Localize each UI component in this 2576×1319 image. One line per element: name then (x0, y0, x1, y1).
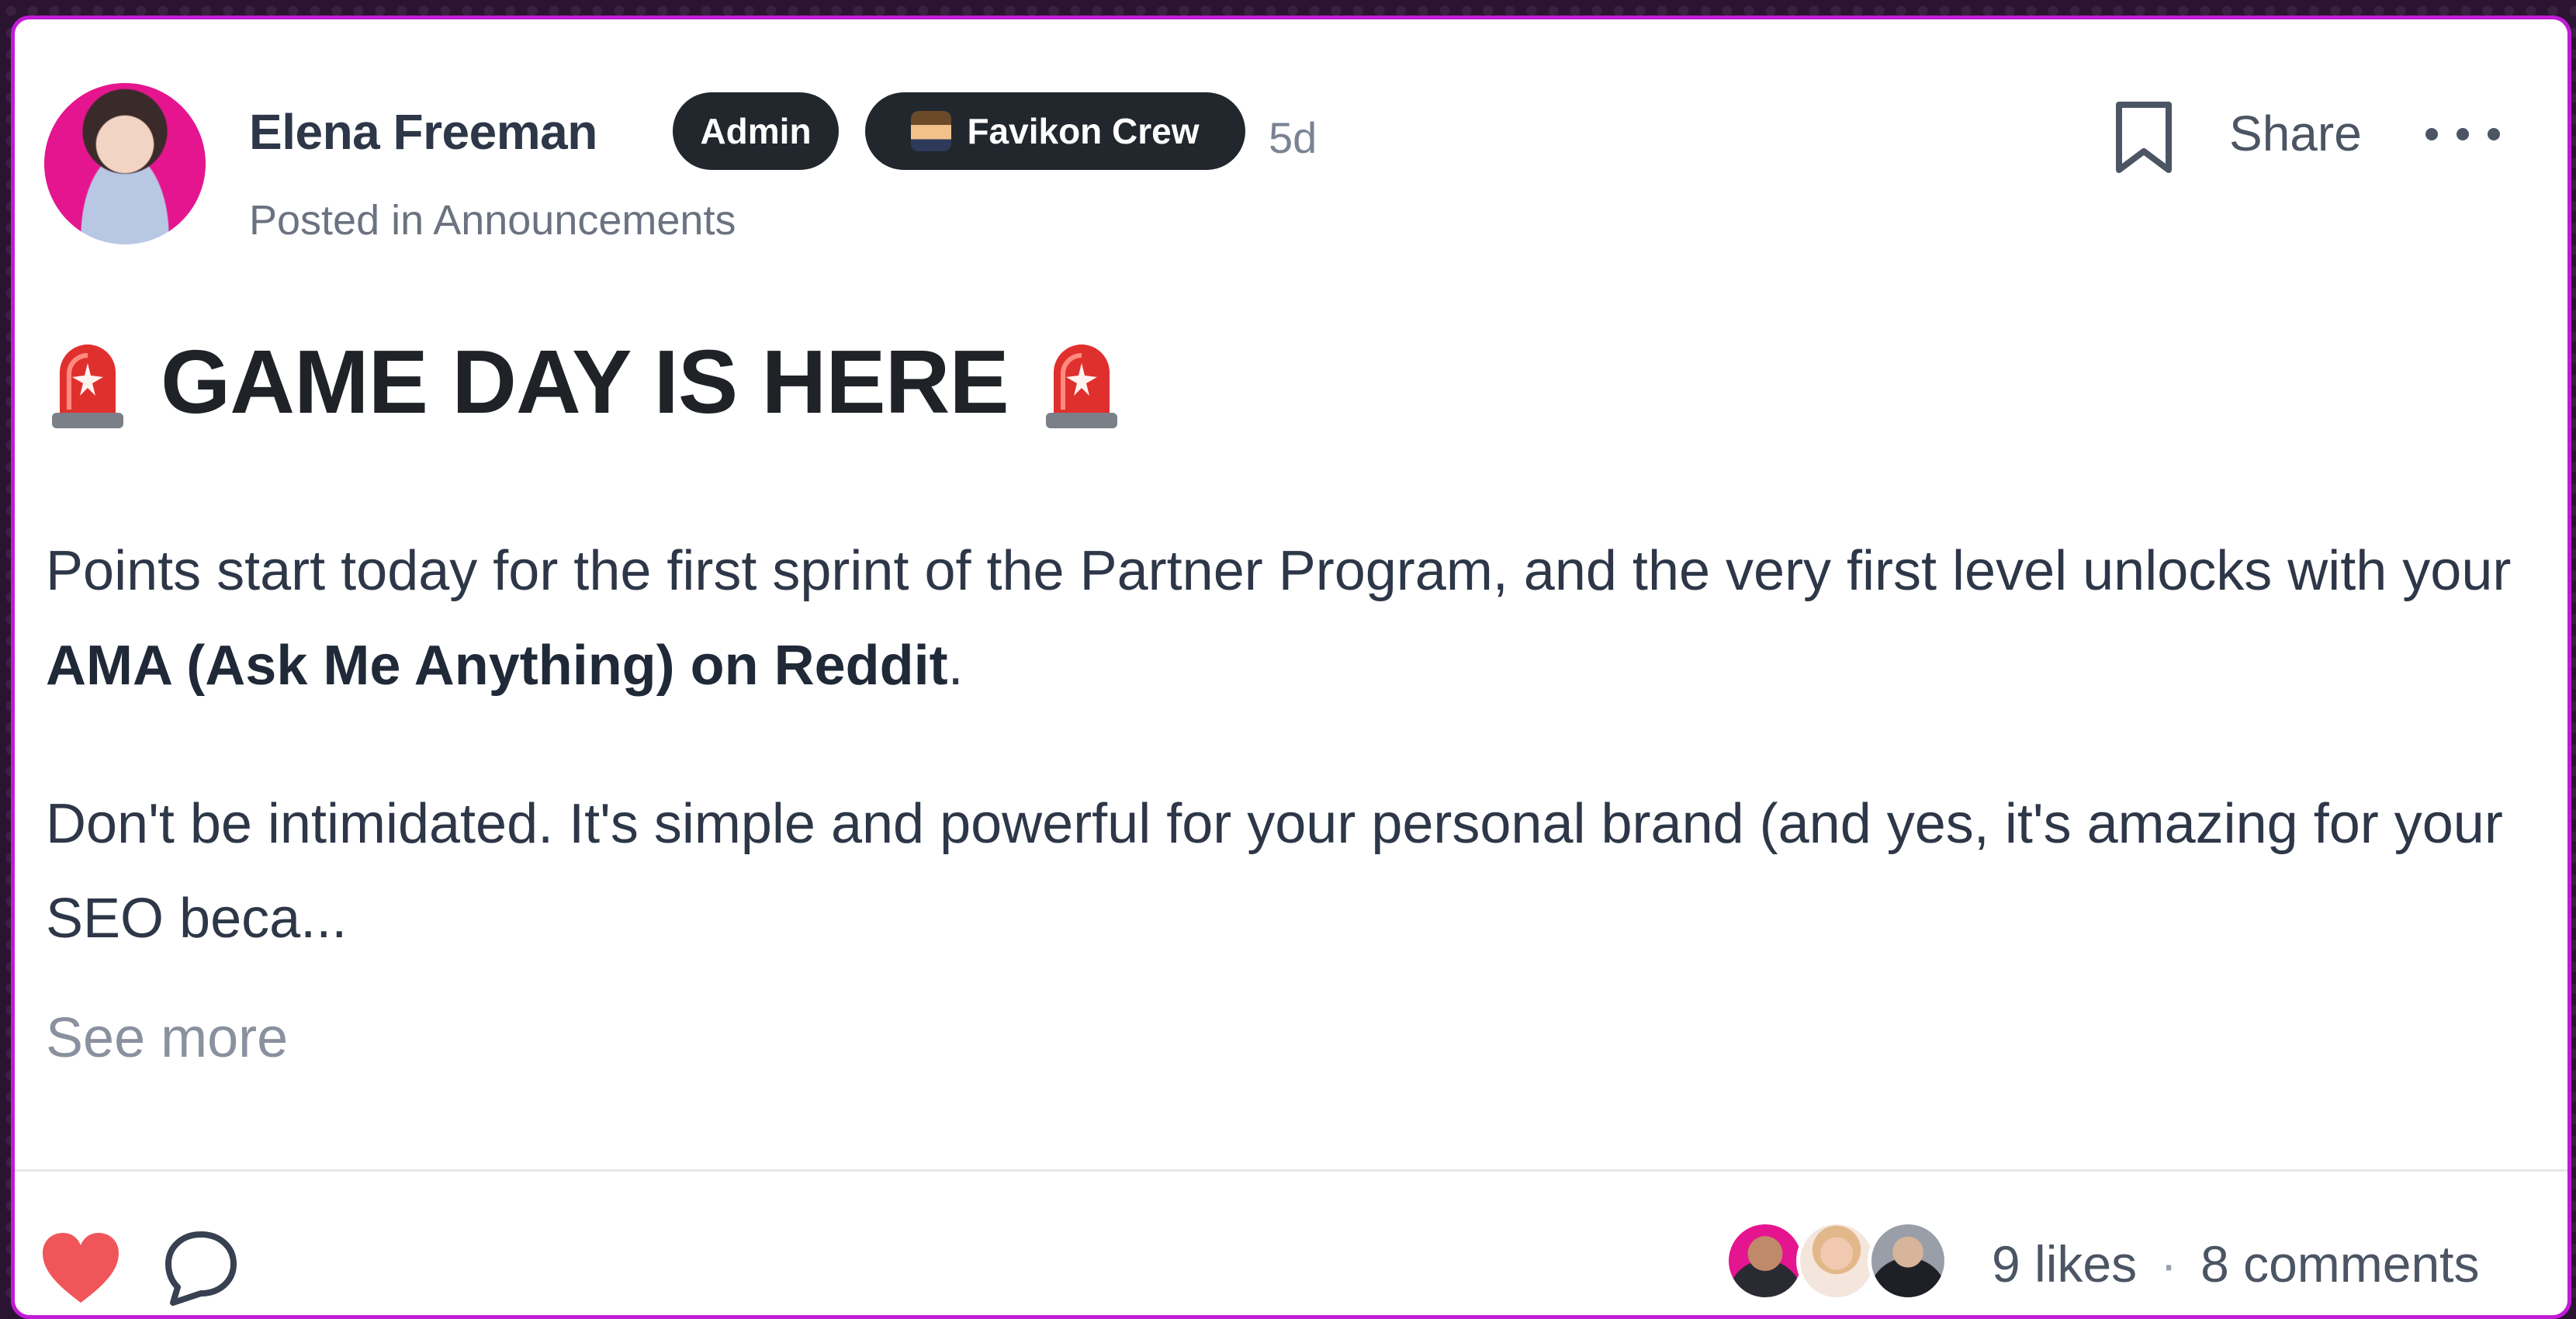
paragraph-1-end: . (947, 635, 964, 697)
crew-emoji-icon (911, 111, 952, 151)
post-card: Elena Freeman Admin Favikon Crew 5d Post… (11, 16, 2571, 1319)
more-icon[interactable] (2420, 119, 2505, 150)
space-link[interactable]: Announcements (433, 197, 736, 244)
comments-count[interactable]: 8 comments (2200, 1234, 2479, 1293)
post-paragraph-1: Points start today for the first sprint … (46, 524, 2544, 713)
engagement-stats: 9 likes · 8 comments (1992, 1234, 2480, 1293)
heart-icon[interactable] (38, 1230, 123, 1307)
crew-badge-label: Favikon Crew (967, 111, 1200, 151)
posted-in: Posted in Announcements (249, 196, 736, 244)
liker-avatar[interactable] (1868, 1220, 1948, 1301)
footer-divider (15, 1169, 2567, 1172)
crew-badge: Favikon Crew (865, 92, 1245, 170)
admin-badge-label: Admin (700, 111, 812, 151)
posted-in-prefix: Posted in (249, 197, 434, 244)
paragraph-1-bold: AMA (Ask Me Anything) on Reddit (46, 635, 948, 697)
admin-badge: Admin (673, 92, 839, 170)
siren-icon (1045, 344, 1117, 428)
siren-icon (52, 344, 123, 428)
bookmark-icon[interactable] (2111, 100, 2176, 175)
headline-text: GAME DAY IS HERE (161, 331, 1009, 432)
likes-count[interactable]: 9 likes (1992, 1234, 2137, 1293)
share-button[interactable]: Share (2229, 105, 2362, 162)
author-name[interactable]: Elena Freeman (249, 103, 597, 161)
comment-icon[interactable] (162, 1227, 240, 1312)
post-paragraph-2: Don't be intimidated. It's simple and po… (46, 793, 2503, 950)
stats-separator: · (2160, 1235, 2178, 1293)
liker-avatar[interactable] (1796, 1220, 1877, 1301)
see-more-link[interactable]: See more (46, 1006, 288, 1070)
author-avatar[interactable] (44, 83, 206, 244)
paragraph-1-text: Points start today for the first sprint … (46, 540, 2512, 602)
liker-avatar[interactable] (1725, 1220, 1806, 1301)
post-age: 5d (1269, 113, 1317, 162)
post-headline: GAME DAY IS HERE (46, 324, 1124, 440)
